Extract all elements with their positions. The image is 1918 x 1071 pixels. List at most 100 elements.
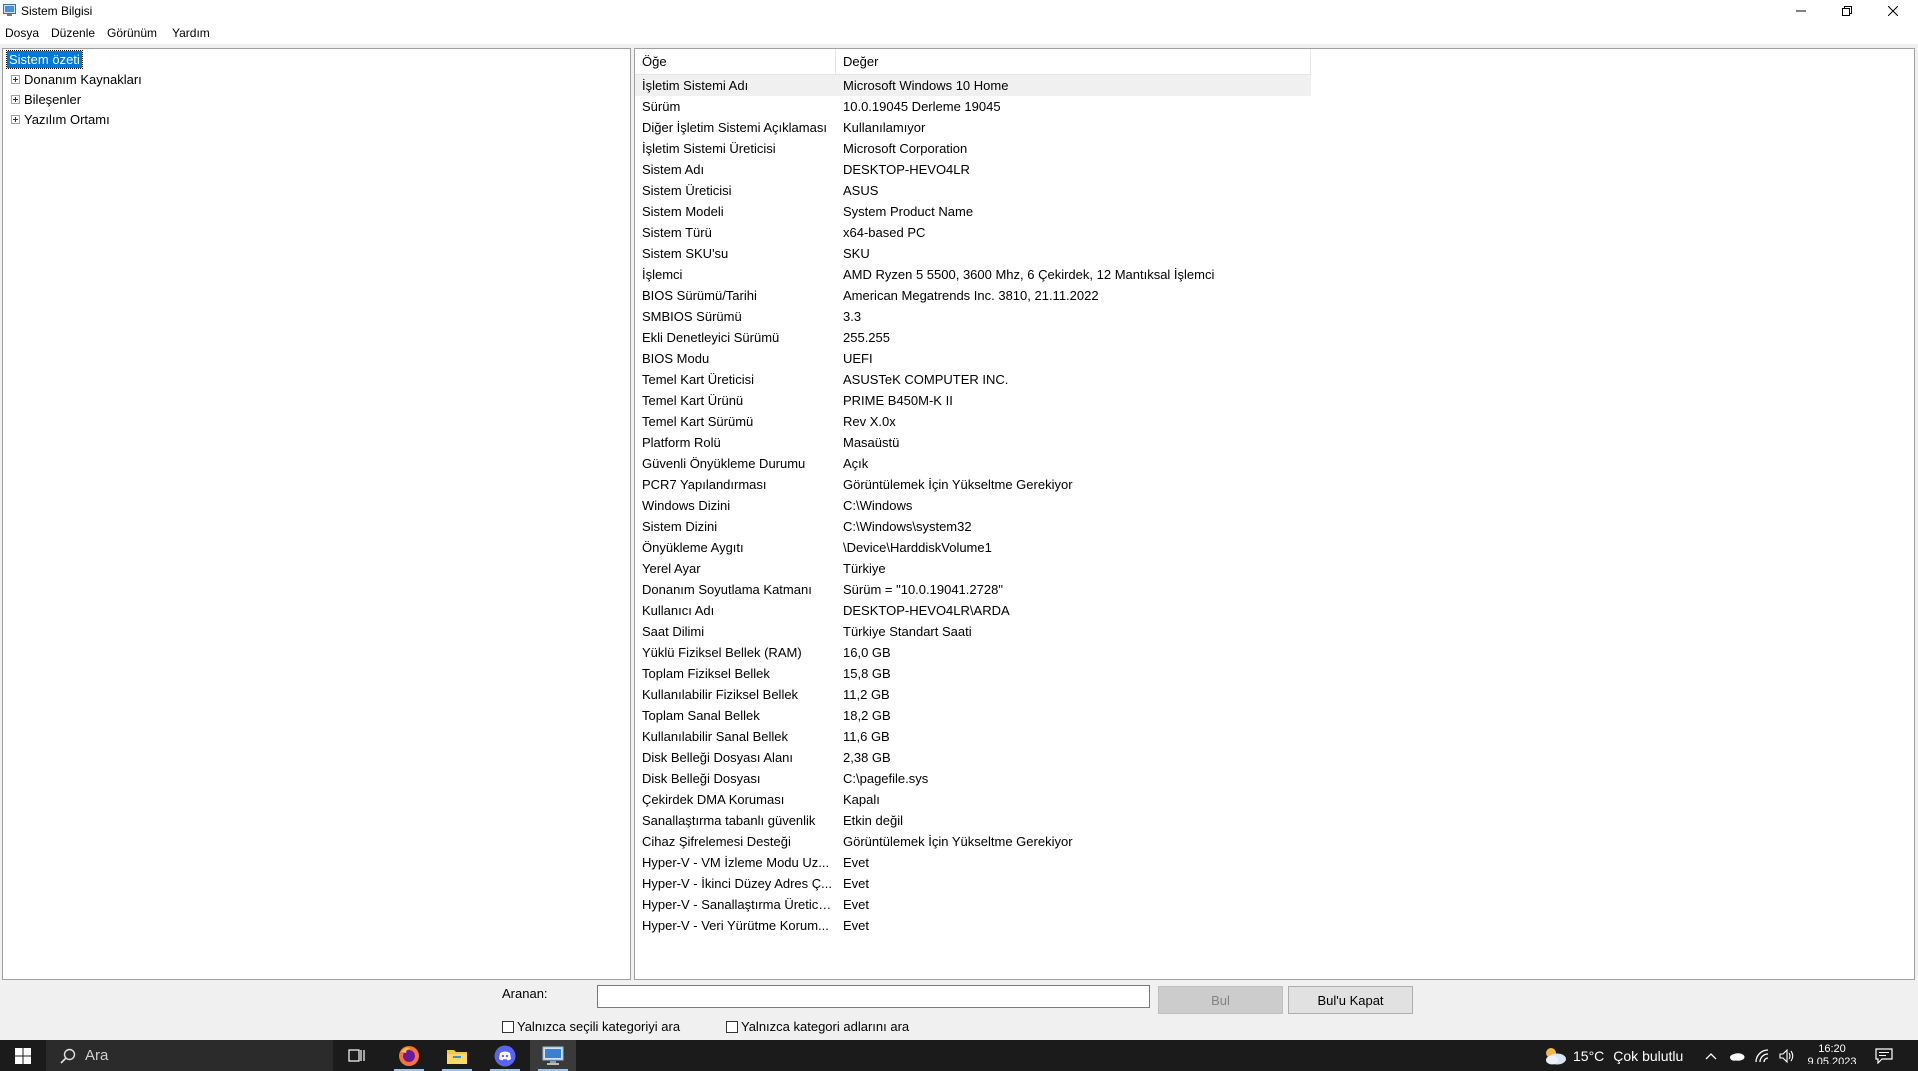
checkbox[interactable]	[726, 1020, 738, 1033]
firefox-taskbar-button[interactable]	[386, 1040, 432, 1071]
row-item-value: 16,0 GB	[843, 645, 891, 660]
system-information-taskbar-button[interactable]	[530, 1040, 576, 1071]
table-row[interactable]: Sistem Modeli System Product Name	[635, 201, 1914, 222]
taskbar: Ara 15°C Çok bulutlu 16:20 9.05.2023	[0, 1040, 1918, 1071]
table-row[interactable]: Temel Kart Üreticisi ASUSTeK COMPUTER INC…	[635, 369, 1914, 390]
expand-icon[interactable]	[11, 74, 20, 84]
table-row[interactable]: Yüklü Fiziksel Bellek (RAM) 16,0 GB	[635, 642, 1914, 663]
table-row[interactable]: Diğer İşletim Sistemi Açıklaması Kullanıl…	[635, 117, 1914, 138]
table-row[interactable]: Ekli Denetleyici Sürümü 255.255	[635, 327, 1914, 348]
close-find-button[interactable]: Bul'u Kapat	[1288, 986, 1413, 1014]
checkbox[interactable]	[502, 1020, 514, 1033]
table-row[interactable]: Güvenli Önyükleme Durumu Açık	[635, 453, 1914, 474]
title-bar: Sistem Bilgisi	[0, 0, 1918, 22]
table-row[interactable]: Sistem Adı DESKTOP-HEVO4LR	[635, 159, 1914, 180]
table-row[interactable]: Saat Dilimi Türkiye Standart Saati	[635, 621, 1914, 642]
onedrive-tray-button[interactable]	[1729, 1040, 1745, 1071]
table-row[interactable]: Platform Rolü Masaüstü	[635, 432, 1914, 453]
table-row[interactable]: BIOS Modu UEFI	[635, 348, 1914, 369]
table-row[interactable]: Disk Belleği Dosyası C:\pagefile.sys	[635, 768, 1914, 789]
tree-item-system-summary[interactable]: Sistem özeti	[6, 49, 83, 69]
row-item-name: Sistem Üreticisi	[642, 183, 732, 198]
table-row[interactable]: Hyper-V - İkinci Düzey Adres Ç... Evet	[635, 873, 1914, 894]
table-row[interactable]: Temel Kart Sürümü Rev X.0x	[635, 411, 1914, 432]
taskbar-clock[interactable]: 16:20 9.05.2023	[1800, 1043, 1864, 1064]
table-row[interactable]: Sistem SKU'su SKU	[635, 243, 1914, 264]
table-row[interactable]: Toplam Sanal Bellek 18,2 GB	[635, 705, 1914, 726]
table-row[interactable]: BIOS Sürümü/Tarihi American Megatrends In…	[635, 285, 1914, 306]
table-row[interactable]: Sanallaştırma tabanlı güvenlik Etkin deği…	[635, 810, 1914, 831]
weather-widget[interactable]: 15°C Çok bulutlu	[1542, 1040, 1683, 1071]
discord-taskbar-button[interactable]	[482, 1040, 528, 1071]
row-item-name: İşletim Sistemi Adı	[642, 78, 749, 93]
table-row[interactable]: İşletim Sistemi Adı Microsoft Windows 10 …	[635, 75, 1311, 96]
table-row[interactable]: Sistem Türü x64-based PC	[635, 222, 1914, 243]
checkbox-label: Yalnızca kategori adlarını ara	[741, 1019, 910, 1034]
table-row[interactable]: Sistem Dizini C:\Windows\system32	[635, 516, 1914, 537]
option-search-category-names[interactable]: Yalnızca kategori adlarını ara	[726, 1019, 909, 1034]
table-row[interactable]: Windows Dizini C:\Windows	[635, 495, 1914, 516]
row-item-value: C:\Windows	[843, 498, 913, 513]
table-row[interactable]: Sistem Üreticisi ASUS	[635, 180, 1914, 201]
table-row[interactable]: Hyper-V - Veri Yürütme Korum... Evet	[635, 915, 1914, 936]
option-search-selected-category[interactable]: Yalnızca seçili kategoriyi ara	[502, 1019, 680, 1034]
table-row[interactable]: SMBIOS Sürümü 3.3	[635, 306, 1914, 327]
network-tray-button[interactable]	[1755, 1040, 1771, 1071]
weather-temperature: 15°C	[1573, 1047, 1605, 1064]
table-row[interactable]: Disk Belleği Dosyası Alanı 2,38 GB	[635, 747, 1914, 768]
expand-icon[interactable]	[11, 94, 20, 104]
details-list[interactable]: Öğe Değer İşletim Sistemi Adı Microsoft W…	[634, 48, 1915, 980]
table-row[interactable]: İşlemci AMD Ryzen 5 5500, 3600 Mhz, 6 Çek…	[635, 264, 1914, 285]
table-row[interactable]: Sürüm 10.0.19045 Derleme 19045	[635, 96, 1914, 117]
notification-icon	[1875, 1047, 1893, 1064]
row-item-value: 15,8 GB	[843, 666, 891, 681]
menu-edit[interactable]: Düzenle	[51, 26, 95, 40]
close-button[interactable]	[1870, 0, 1916, 22]
table-row[interactable]: Hyper-V - VM İzleme Modu Uz... Evet	[635, 852, 1914, 873]
tree-item-hardware-resources[interactable]: Donanım Kaynakları	[11, 69, 142, 89]
table-row[interactable]: İşletim Sistemi Üreticisi Microsoft Corpo…	[635, 138, 1914, 159]
restore-button[interactable]	[1824, 0, 1870, 22]
window-title: Sistem Bilgisi	[21, 4, 93, 18]
tree-item-components[interactable]: Bileşenler	[11, 89, 81, 109]
row-item-value: System Product Name	[843, 204, 974, 219]
column-header-value[interactable]: Değer	[836, 49, 1311, 74]
category-tree[interactable]: Sistem özeti Donanım Kaynakları Bileşenl…	[2, 48, 631, 980]
minimize-button[interactable]	[1778, 0, 1824, 22]
expand-icon[interactable]	[11, 114, 20, 124]
menu-view[interactable]: Görünüm	[107, 26, 157, 40]
system-information-icon	[542, 1046, 564, 1065]
row-item-value: Evet	[843, 897, 870, 912]
task-view-button[interactable]	[334, 1040, 380, 1071]
table-row[interactable]: Toplam Fiziksel Bellek 15,8 GB	[635, 663, 1914, 684]
row-item-name: Diğer İşletim Sistemi Açıklaması	[642, 120, 827, 135]
table-row[interactable]: Kullanılabilir Fiziksel Bellek 11,2 GB	[635, 684, 1914, 705]
table-row[interactable]: Kullanılabilir Sanal Bellek 11,6 GB	[635, 726, 1914, 747]
notification-center-button[interactable]	[1875, 1040, 1893, 1071]
file-explorer-taskbar-button[interactable]	[434, 1040, 480, 1071]
table-row[interactable]: Kullanıcı Adı DESKTOP-HEVO4LR\ARDA	[635, 600, 1914, 621]
taskbar-search-box[interactable]: Ara	[46, 1040, 333, 1071]
show-hidden-icons-button[interactable]	[1705, 1040, 1717, 1071]
table-row[interactable]: Çekirdek DMA Koruması Kapalı	[635, 789, 1914, 810]
volume-tray-button[interactable]	[1779, 1040, 1795, 1071]
menu-file[interactable]: Dosya	[5, 26, 39, 40]
table-row[interactable]: PCR7 Yapılandırması Görüntülemek İçin Yük…	[635, 474, 1914, 495]
table-row[interactable]: Donanım Soyutlama Katmanı Sürüm = "10.0.1…	[635, 579, 1914, 600]
column-header-item[interactable]: Öğe	[635, 49, 836, 74]
table-row[interactable]: Önyükleme Aygıtı \Device\HarddiskVolume1	[635, 537, 1914, 558]
table-row[interactable]: Yerel Ayar Türkiye	[635, 558, 1914, 579]
row-item-value: Kullanılamıyor	[843, 120, 926, 135]
table-row[interactable]: Cihaz Şifrelemesi Desteği Görüntülemek İç…	[635, 831, 1914, 852]
find-button[interactable]: Bul	[1158, 986, 1283, 1014]
row-item-name: Hyper-V - VM İzleme Modu Uz...	[642, 855, 830, 870]
row-item-value: 11,6 GB	[843, 729, 890, 744]
menu-help[interactable]: Yardım	[172, 26, 210, 40]
table-row[interactable]: Temel Kart Ürünü PRIME B450M-K II	[635, 390, 1914, 411]
find-input[interactable]	[597, 985, 1150, 1008]
row-item-name: Sürüm	[642, 99, 681, 114]
row-item-value: C:\Windows\system32	[843, 519, 972, 534]
start-button[interactable]	[0, 1040, 45, 1071]
table-row[interactable]: Hyper-V - Sanallaştırma Üretici ... Evet	[635, 894, 1914, 915]
tree-item-software-environment[interactable]: Yazılım Ortamı	[11, 109, 110, 129]
